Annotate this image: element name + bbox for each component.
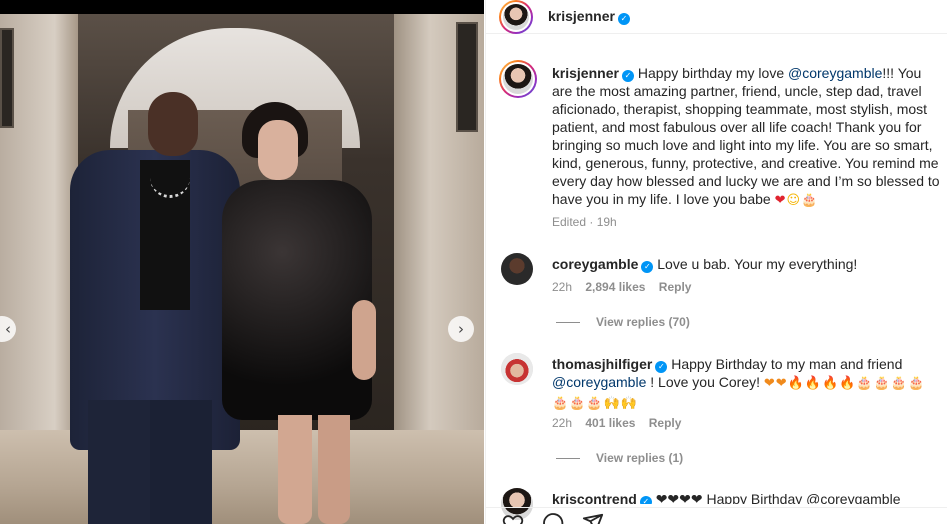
post-details-panel: krisjenner ✓ krisjenner ✓ Happy birthday m… — [485, 0, 947, 524]
chevron-right-icon[interactable]: › — [448, 316, 474, 342]
view-replies-button[interactable]: View replies (1) — [556, 451, 683, 465]
comment-likes[interactable]: 401 likes — [585, 416, 635, 430]
post-photo — [0, 0, 484, 524]
comment-text-rest: ! Love you Corey! — [646, 374, 764, 390]
comment-mention[interactable]: @coreygamble — [552, 374, 646, 390]
author-avatar[interactable] — [499, 0, 533, 34]
comment-text-lead: Happy Birthday to my man and friend — [671, 356, 903, 372]
emoji-row: ❤❤🔥🔥🔥🔥🎂🎂🎂🎂 — [763, 376, 926, 391]
post-media[interactable]: ‹ › — [0, 0, 484, 524]
divider — [486, 507, 947, 508]
caption-username[interactable]: krisjenner — [552, 65, 619, 81]
comment-text: Love u bab. Your my everything! — [657, 256, 858, 272]
emoji-row: 🎂🎂🎂🙌🙌 — [552, 396, 638, 411]
caption-text-lead: Happy birthday my love — [637, 65, 789, 81]
reply-button[interactable]: Reply — [659, 280, 692, 294]
view-replies-button[interactable]: View replies (70) — [556, 315, 690, 329]
caption-text-rest: !!! You are the most amazing partner, fr… — [552, 65, 940, 207]
comment-username[interactable]: coreygamble — [552, 256, 638, 272]
action-bar — [502, 512, 622, 524]
comment-time[interactable]: 22h — [552, 416, 572, 430]
verified-badge-icon: ✓ — [621, 70, 634, 82]
comment-likes[interactable]: 2,894 likes — [585, 280, 645, 294]
comment-bubble-icon[interactable] — [542, 512, 564, 524]
caption-time[interactable]: 19h — [597, 215, 617, 229]
caption-avatar[interactable] — [499, 60, 537, 98]
comment-meta: 22h 401 likes Reply — [552, 416, 681, 430]
verified-badge-icon: ✓ — [639, 496, 652, 504]
comment-username[interactable]: kriscontrend — [552, 491, 637, 504]
verified-badge-icon: ✓ — [641, 261, 654, 273]
media-top-edge — [0, 0, 484, 14]
comment-meta: 22h 2,894 likes Reply — [552, 280, 691, 294]
comment-coreygamble: coreygamble ✓ Love u bab. Your my everyth… — [552, 255, 944, 273]
post-header: krisjenner ✓ — [486, 0, 947, 34]
heart-emoji: ❤ — [774, 193, 787, 208]
heart-outline-icon[interactable] — [502, 512, 524, 524]
caption-mention[interactable]: @coreygamble — [788, 65, 882, 81]
smiling-face-emoji: ☺ — [786, 193, 802, 208]
header-username[interactable]: krisjenner — [548, 8, 615, 24]
comment-thomasjhilfiger: thomasjhilfiger ✓ Happy Birthday to my ma… — [552, 355, 944, 413]
reply-button[interactable]: Reply — [649, 416, 682, 430]
caption-meta: Edited · 19h — [552, 215, 617, 229]
comment-username[interactable]: thomasjhilfiger — [552, 356, 652, 372]
paper-plane-icon[interactable] — [582, 512, 604, 524]
edited-label: Edited — [552, 215, 587, 229]
comment-text: ❤❤❤❤ Happy Birthday @coreygamble — [655, 491, 901, 504]
cake-emoji: 🎂 — [801, 193, 819, 208]
comment-avatar[interactable] — [501, 253, 533, 285]
comment-partial: kriscontrend ✓ ❤❤❤❤ Happy Birthday @corey… — [552, 490, 944, 504]
caption: krisjenner ✓ Happy birthday my love @core… — [552, 64, 944, 210]
comment-time[interactable]: 22h — [552, 280, 572, 294]
header-username-row: krisjenner ✓ — [548, 8, 630, 25]
verified-badge-icon: ✓ — [655, 361, 668, 373]
comment-avatar[interactable] — [501, 353, 533, 385]
verified-badge-icon: ✓ — [617, 13, 630, 25]
